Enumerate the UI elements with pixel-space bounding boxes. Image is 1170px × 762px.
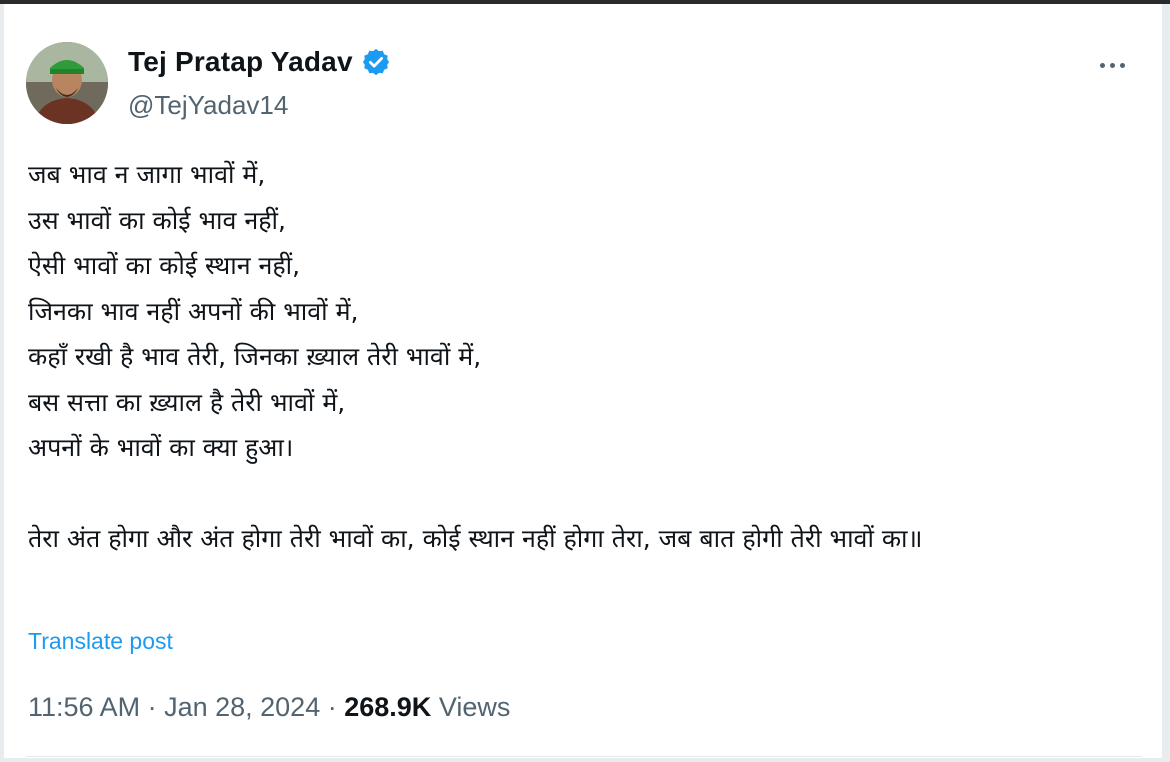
author-name-row: Tej Pratap Yadav [128, 46, 391, 78]
post-line: जब भाव न जागा भावों में, [28, 160, 266, 189]
post-metadata: 11:56 AM · Jan 28, 2024 · 268.9K Views [28, 692, 510, 723]
post-line: ऐसी भावों का कोई स्थान नहीं, [28, 251, 301, 280]
avatar[interactable] [26, 42, 108, 124]
post-final-paragraph: तेरा अंत होगा और अंत होगा तेरी भावों का,… [28, 523, 923, 553]
divider [26, 756, 1142, 757]
author-display-name[interactable]: Tej Pratap Yadav [128, 46, 353, 78]
post-time[interactable]: 11:56 AM [28, 692, 140, 722]
views-count: 268.9K [344, 692, 432, 722]
more-options-button[interactable] [1092, 52, 1132, 78]
post-line: उस भावों का कोई भाव नहीं, [28, 205, 286, 235]
author-handle[interactable]: @TejYadav14 [128, 90, 288, 121]
post-line: बस सत्ता का ख़्याल है तेरी भावों में, [28, 387, 346, 417]
translate-post-link[interactable]: Translate post [28, 628, 173, 655]
profile-photo-icon [26, 42, 108, 124]
post-text: जब भाव न जागा भावों में, उस भावों का कोई… [28, 152, 1138, 561]
verified-badge-icon[interactable] [361, 47, 391, 77]
post-date[interactable]: Jan 28, 2024 [164, 692, 320, 722]
post-line: जिनका भाव नहीं अपनों की भावों में, [28, 296, 359, 326]
more-horizontal-icon [1099, 62, 1105, 68]
post-line: अपनों के भावों का क्या हुआ। [28, 433, 294, 462]
meta-separator: · [140, 692, 165, 722]
views-label: Views [438, 692, 511, 722]
post-line: कहाँ रखी है भाव तेरी, जिनका ख़्याल तेरी … [28, 342, 482, 371]
post-card: Tej Pratap Yadav @TejYadav14 जब भाव न जा… [4, 4, 1162, 758]
meta-separator: · [320, 692, 345, 722]
